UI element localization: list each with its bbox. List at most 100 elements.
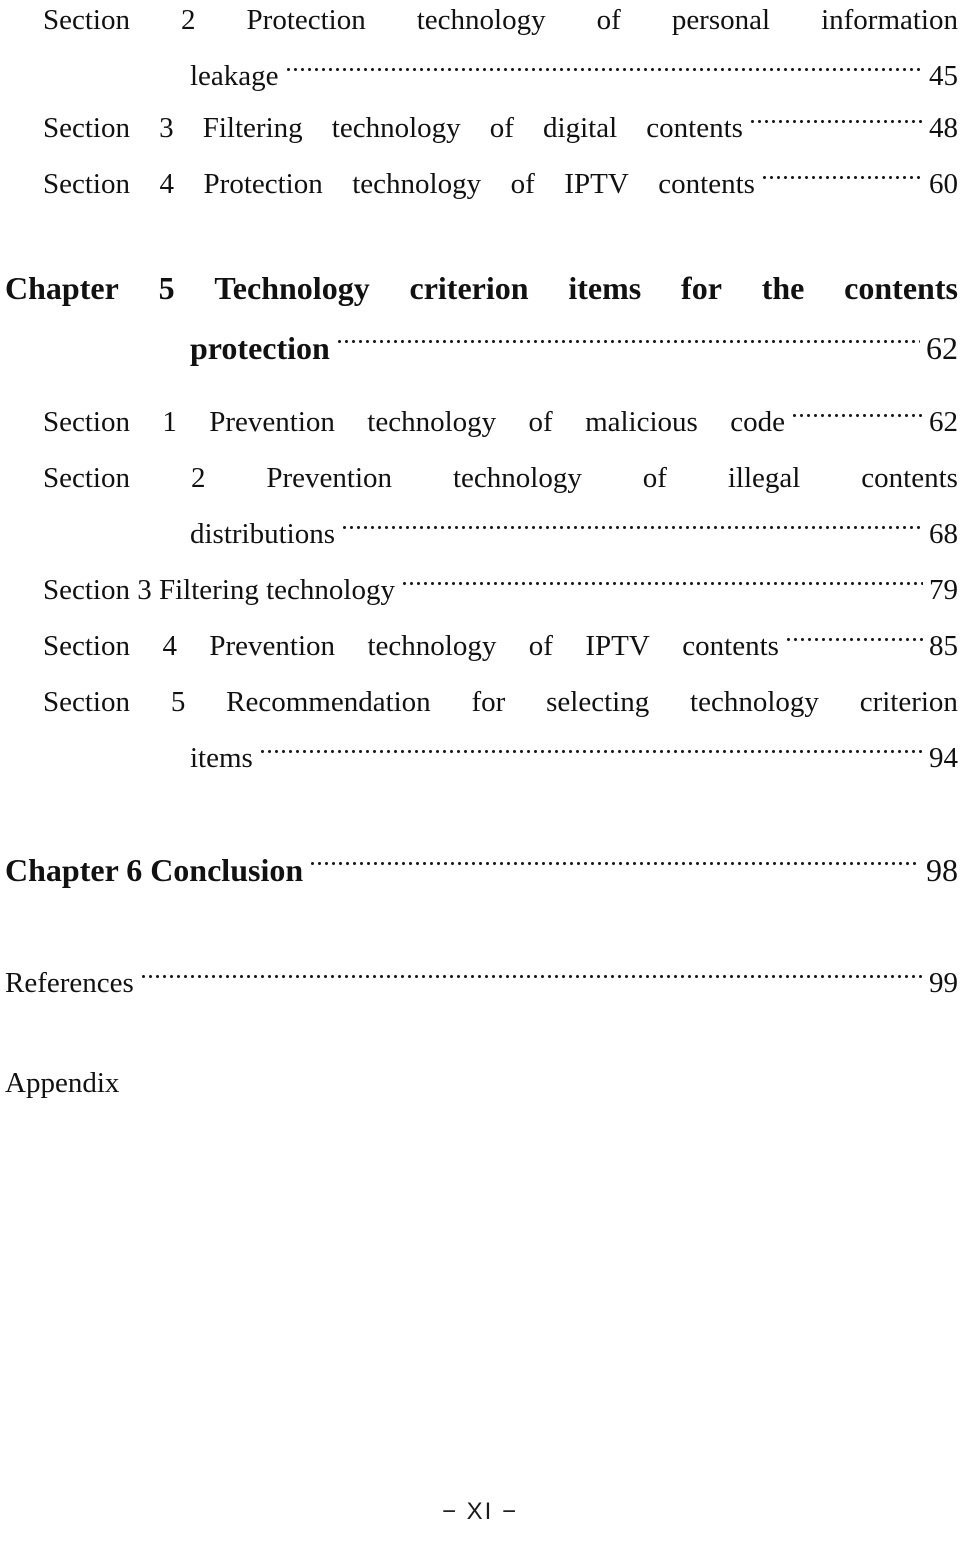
toc-line-continuation: distributions 68 bbox=[0, 506, 960, 562]
toc-line-primary: Section 3 Filtering technology 79 bbox=[0, 562, 960, 618]
leader-dots bbox=[402, 570, 923, 599]
word: contents bbox=[682, 630, 779, 662]
word: of bbox=[596, 4, 621, 36]
toc-page-number: 60 bbox=[929, 168, 958, 200]
word: 2 bbox=[181, 4, 196, 36]
word: criterion bbox=[409, 270, 529, 306]
toc-line-primary: Section 1 Prevention technology of malic… bbox=[0, 394, 960, 450]
word: digital bbox=[543, 112, 618, 144]
toc-entry-text: References bbox=[5, 967, 134, 999]
word: of bbox=[489, 112, 514, 144]
word: technology bbox=[367, 406, 497, 438]
word: Chapter bbox=[5, 270, 119, 306]
word: the bbox=[761, 270, 805, 306]
word: Prevention bbox=[209, 630, 336, 662]
toc-entry-text: items bbox=[190, 742, 253, 774]
word: Filtering bbox=[202, 112, 303, 144]
toc-line-primary: Chapter 5 Technology criterion items for… bbox=[0, 258, 960, 318]
page-footer-number: − XI − bbox=[441, 1498, 519, 1525]
toc-line-primary: Section 3 Filtering technology of digita… bbox=[0, 100, 960, 156]
toc-entry-ch4-sec3[interactable]: Section 3 Filtering technology of digita… bbox=[0, 100, 960, 156]
word: malicious bbox=[585, 406, 698, 438]
toc-line-primary: Chapter 6 Conclusion 98 bbox=[0, 840, 960, 900]
toc-entry-ch5-sec3[interactable]: Section 3 Filtering technology 79 bbox=[0, 562, 960, 618]
word: Section bbox=[43, 406, 130, 438]
leader-dots bbox=[343, 514, 923, 543]
word: selecting bbox=[546, 686, 650, 718]
toc-entry-text: distributions bbox=[190, 518, 336, 550]
word: 4 bbox=[159, 168, 175, 200]
toc-line-primary: Section 4 Protection technology of IPTV … bbox=[0, 156, 960, 212]
word: of bbox=[642, 462, 667, 494]
word: information bbox=[821, 4, 958, 36]
word: for bbox=[471, 686, 506, 718]
toc-page-number: 79 bbox=[929, 574, 958, 606]
toc-line-continuation: protection 62 bbox=[0, 318, 960, 378]
leader-dots bbox=[286, 56, 923, 85]
word: illegal bbox=[727, 462, 801, 494]
word: contents bbox=[861, 462, 958, 494]
word: 3 bbox=[159, 112, 174, 144]
toc-line-words: Section 1 Prevention technology of malic… bbox=[43, 394, 785, 450]
toc-entry-ch4-sec2[interactable]: Section 2 Protection technology of perso… bbox=[0, 0, 960, 104]
word: IPTV bbox=[585, 630, 650, 662]
word: personal bbox=[671, 4, 771, 36]
word: technology bbox=[452, 462, 582, 494]
toc-entry-ch5-sec4[interactable]: Section 4 Prevention technology of IPTV … bbox=[0, 618, 960, 674]
toc-line-words: Section 4 Prevention technology of IPTV … bbox=[43, 618, 779, 674]
toc-page-number: 94 bbox=[929, 742, 958, 774]
word: Section bbox=[43, 462, 130, 494]
word: technology bbox=[367, 630, 497, 662]
toc-line-words: Chapter 5 Technology criterion items for… bbox=[5, 258, 958, 318]
word: technology bbox=[690, 686, 819, 718]
word: Recommendation bbox=[226, 686, 431, 718]
word: 5 bbox=[158, 270, 175, 306]
toc-page-number: 85 bbox=[929, 630, 958, 662]
leader-dots bbox=[793, 402, 923, 431]
word: Section bbox=[43, 112, 130, 144]
toc-line-words: Section 3 Filtering technology of digita… bbox=[43, 100, 743, 156]
toc-entry-references[interactable]: References 99 bbox=[0, 955, 960, 1011]
word: Section bbox=[43, 630, 130, 662]
word: of bbox=[528, 630, 553, 662]
toc-entry-ch5-sec1[interactable]: Section 1 Prevention technology of malic… bbox=[0, 394, 960, 450]
toc-line-primary: Section 2 Protection technology of perso… bbox=[0, 0, 960, 48]
word: items bbox=[568, 270, 642, 306]
word: 1 bbox=[162, 406, 177, 438]
toc-page-number: 68 bbox=[929, 518, 958, 550]
leader-dots bbox=[337, 327, 920, 359]
toc-entry-ch6[interactable]: Chapter 6 Conclusion 98 bbox=[0, 840, 960, 900]
toc-entry-ch5-sec5[interactable]: Section 5 Recommendation for selecting t… bbox=[0, 674, 960, 786]
toc-entry-ch5-sec2[interactable]: Section 2 Prevention technology of illeg… bbox=[0, 450, 960, 562]
word: for bbox=[681, 270, 722, 306]
word: Section bbox=[43, 4, 130, 36]
leader-dots bbox=[311, 849, 920, 881]
toc-line-continuation: leakage 45 bbox=[0, 48, 960, 104]
toc-entry-text: Section 3 Filtering technology bbox=[43, 574, 395, 606]
leader-dots bbox=[763, 164, 923, 193]
toc-page-number: 45 bbox=[929, 60, 958, 92]
word: Protection bbox=[203, 168, 323, 200]
toc-page-number: 62 bbox=[929, 406, 958, 438]
word: technology bbox=[331, 112, 461, 144]
word: technology bbox=[352, 168, 482, 200]
word: criterion bbox=[859, 686, 958, 718]
toc-page: Section 2 Protection technology of perso… bbox=[0, 0, 960, 1560]
word: 4 bbox=[162, 630, 177, 662]
leader-dots bbox=[141, 963, 923, 992]
word: of bbox=[528, 406, 553, 438]
toc-line-words: Section 5 Recommendation for selecting t… bbox=[43, 674, 958, 730]
toc-line-primary: Section 5 Recommendation for selecting t… bbox=[0, 674, 960, 730]
toc-line-primary: Appendix bbox=[0, 1055, 960, 1111]
word: of bbox=[510, 168, 535, 200]
word: Section bbox=[43, 686, 130, 718]
word: Prevention bbox=[266, 462, 393, 494]
toc-entry-ch4-sec4[interactable]: Section 4 Protection technology of IPTV … bbox=[0, 156, 960, 212]
toc-entry-ch5[interactable]: Chapter 5 Technology criterion items for… bbox=[0, 258, 960, 378]
word: contents bbox=[844, 270, 958, 306]
leader-dots bbox=[787, 626, 923, 655]
toc-line-primary: Section 4 Prevention technology of IPTV … bbox=[0, 618, 960, 674]
toc-line-primary: References 99 bbox=[0, 955, 960, 1011]
toc-entry-appendix[interactable]: Appendix bbox=[0, 1055, 960, 1111]
leader-dots bbox=[260, 738, 923, 767]
